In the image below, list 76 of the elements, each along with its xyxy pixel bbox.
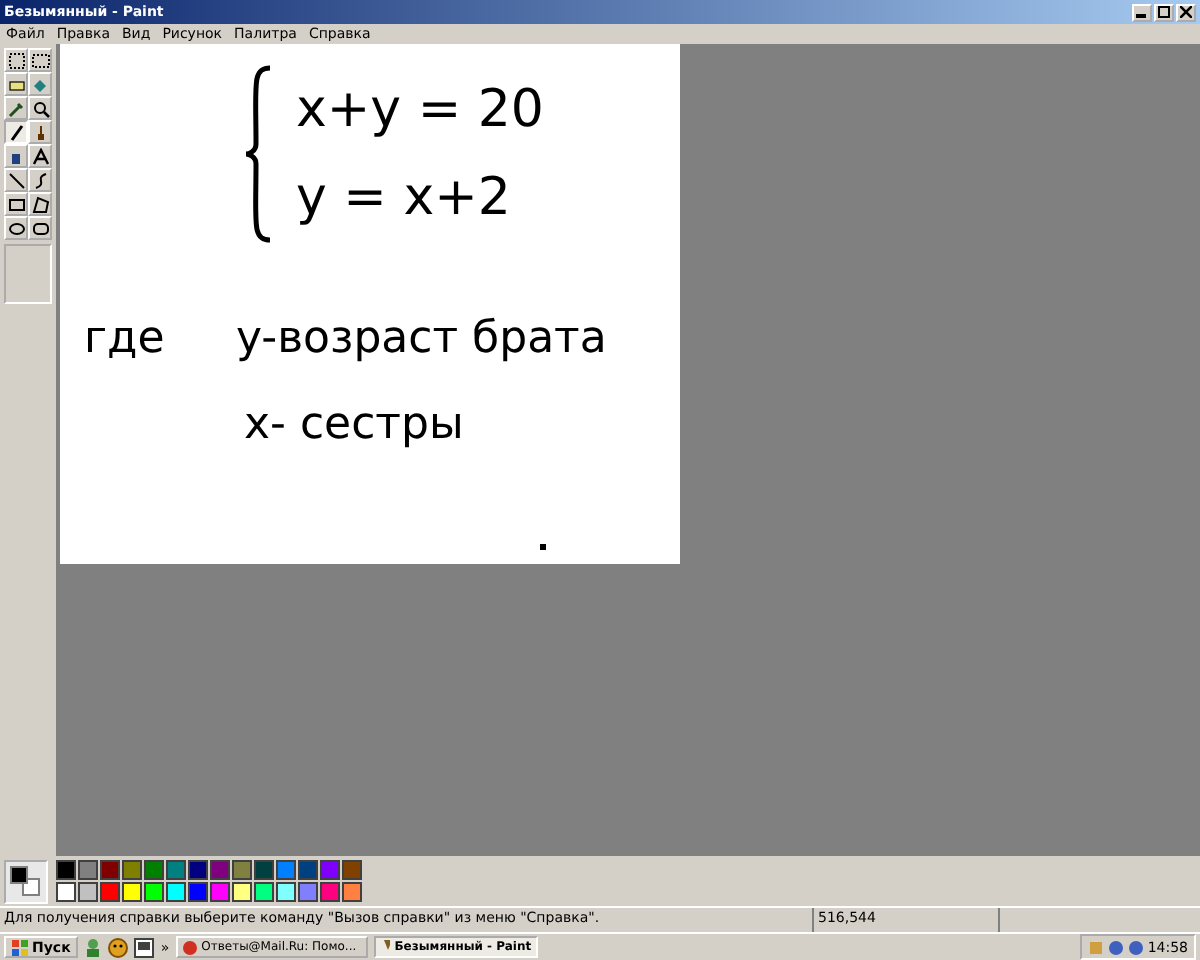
polygon-tool[interactable] (28, 192, 52, 216)
color-swatch[interactable] (188, 882, 208, 902)
curve-icon (31, 171, 49, 189)
airbrush-tool[interactable] (4, 144, 28, 168)
color-swatch[interactable] (122, 882, 142, 902)
maximize-icon (1158, 6, 1170, 18)
text-icon (31, 147, 49, 165)
color-swatch[interactable] (122, 860, 142, 880)
color-swatch[interactable] (56, 860, 76, 880)
curve-tool[interactable] (28, 168, 52, 192)
rectangle-icon (7, 195, 25, 213)
color-swatch[interactable] (166, 882, 186, 902)
rounded-rectangle-icon (31, 219, 49, 237)
handwritten-text: где (84, 314, 165, 364)
handwritten-text: x+y = 20 (296, 80, 544, 140)
select-tool[interactable] (28, 48, 52, 72)
color-swatch[interactable] (232, 860, 252, 880)
color-swatch[interactable] (276, 882, 296, 902)
ellipse-tool[interactable] (4, 216, 28, 240)
minimize-button[interactable] (1132, 3, 1152, 21)
color-swatch[interactable] (100, 860, 120, 880)
color-swatch[interactable] (232, 882, 252, 902)
picker-icon (7, 99, 25, 117)
color-swatch[interactable] (100, 882, 120, 902)
fill-tool[interactable] (28, 72, 52, 96)
color-swatch[interactable] (210, 882, 230, 902)
desktop-icon[interactable] (134, 937, 155, 957)
picker-tool[interactable] (4, 96, 28, 120)
smiley-icon[interactable] (108, 937, 129, 957)
color-swatch[interactable] (56, 882, 76, 902)
magnifier-icon (31, 99, 49, 117)
color-swatch[interactable] (210, 860, 230, 880)
handwritten-text: y = x+2 (296, 168, 511, 228)
person-icon[interactable] (84, 937, 103, 957)
handwritten-text: y-возраст брата (236, 314, 607, 364)
close-icon (1180, 6, 1192, 18)
foreground-color-swatch[interactable] (12, 867, 26, 881)
magnifier-tool[interactable] (28, 96, 52, 120)
maximize-button[interactable] (1154, 3, 1174, 21)
ellipse-icon (7, 219, 25, 237)
handwritten-text: x- сестры (244, 400, 464, 450)
color-swatch[interactable] (144, 882, 164, 902)
pencil-tool[interactable] (4, 120, 28, 144)
tool-options-panel (4, 244, 52, 304)
color-swatch[interactable] (78, 882, 98, 902)
windows-logo-icon (12, 939, 28, 955)
color-swatch[interactable] (320, 882, 340, 902)
color-swatch[interactable] (342, 882, 362, 902)
line-icon (7, 171, 25, 189)
color-swatch[interactable] (78, 860, 98, 880)
color-swatch[interactable] (276, 860, 296, 880)
close-button[interactable] (1176, 3, 1196, 21)
color-swatch[interactable] (254, 860, 274, 880)
pencil-icon (7, 123, 25, 141)
color-swatch[interactable] (298, 860, 318, 880)
fill-icon (31, 75, 49, 93)
color-swatch[interactable] (144, 860, 164, 880)
rounded-rectangle-tool[interactable] (28, 216, 52, 240)
color-swatch[interactable] (298, 882, 318, 902)
eraser-icon (7, 75, 25, 93)
color-swatch[interactable] (342, 860, 362, 880)
browser-icon (181, 939, 198, 955)
line-tool[interactable] (4, 168, 28, 192)
color-swatch[interactable] (320, 860, 340, 880)
free-select-icon (7, 51, 25, 69)
dot-drawing (540, 544, 546, 550)
color-swatch[interactable] (188, 860, 208, 880)
eraser-tool[interactable] (4, 72, 28, 96)
select-icon (31, 51, 49, 69)
rectangle-tool[interactable] (4, 192, 28, 216)
polygon-icon (31, 195, 49, 213)
color-swatch[interactable] (166, 860, 186, 880)
color-swatch[interactable] (254, 882, 274, 902)
free-select-tool[interactable] (4, 48, 28, 72)
brush-tool[interactable] (28, 120, 52, 144)
text-tool[interactable] (28, 144, 52, 168)
